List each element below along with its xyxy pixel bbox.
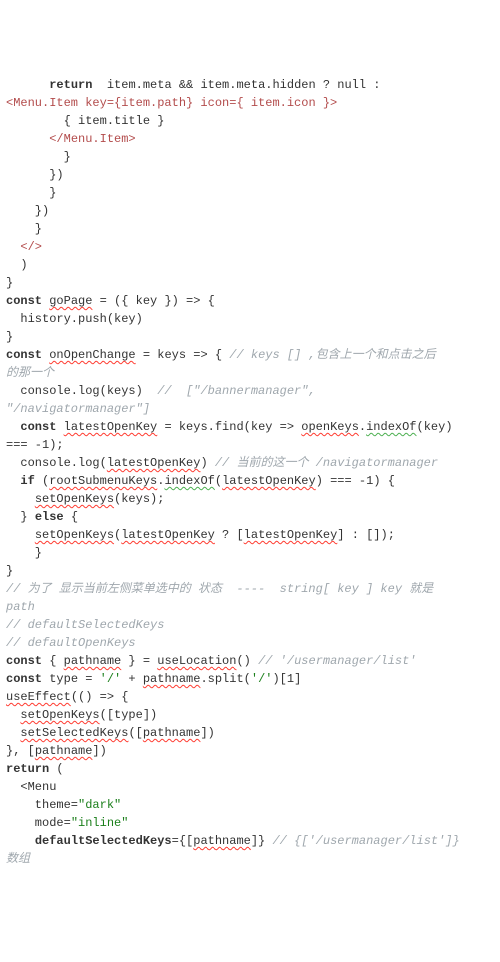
code-line: return item.meta && item.meta.hidden ? n… [6, 76, 494, 94]
code-line: if (rootSubmenuKeys.indexOf(latestOpenKe… [6, 472, 494, 490]
code-line: }) [6, 166, 494, 184]
code-line: } else { [6, 508, 494, 526]
code-line: const latestOpenKey = keys.find(key => o… [6, 418, 494, 436]
code-line: }, [pathname]) [6, 742, 494, 760]
code-line: // 为了 显示当前左侧菜单选中的 状态 ---- string[ key ] … [6, 580, 494, 598]
code-line: return ( [6, 760, 494, 778]
code-line: } [6, 274, 494, 292]
code-line: // defaultOpenKeys [6, 634, 494, 652]
code-line: // defaultSelectedKeys [6, 616, 494, 634]
code-line: setOpenKeys(keys); [6, 490, 494, 508]
code-line: "/navigatormanager"] [6, 400, 494, 418]
code-line: defaultSelectedKeys={[pathname]} // {['/… [6, 832, 494, 850]
code-line: useEffect(() => { [6, 688, 494, 706]
code-line: const { pathname } = useLocation() // '/… [6, 652, 494, 670]
code-editor-content: return item.meta && item.meta.hidden ? n… [6, 76, 494, 868]
code-line: const goPage = ({ key }) => { [6, 292, 494, 310]
code-line: theme="dark" [6, 796, 494, 814]
code-line: const type = '/' + pathname.split('/')[1… [6, 670, 494, 688]
code-line: history.push(key) [6, 310, 494, 328]
code-line: console.log(latestOpenKey) // 当前的这一个 /na… [6, 454, 494, 472]
code-line: const onOpenChange = keys => { // keys [… [6, 346, 494, 364]
code-line: </Menu.Item> [6, 130, 494, 148]
code-line: ) [6, 256, 494, 274]
code-line: console.log(keys) // ["/bannermanager", [6, 382, 494, 400]
code-line: }) [6, 202, 494, 220]
code-line: 的那一个 [6, 364, 494, 382]
code-line: <Menu [6, 778, 494, 796]
code-line: } [6, 562, 494, 580]
code-line: <Menu.Item key={item.path} icon={ item.i… [6, 94, 494, 112]
code-line: setSelectedKeys([pathname]) [6, 724, 494, 742]
code-line: mode="inline" [6, 814, 494, 832]
code-line: } [6, 148, 494, 166]
code-line: === -1); [6, 436, 494, 454]
code-line: path [6, 598, 494, 616]
code-line: } [6, 184, 494, 202]
code-line: } [6, 220, 494, 238]
code-line: setOpenKeys([type]) [6, 706, 494, 724]
code-line: 数组 [6, 850, 494, 868]
code-line: } [6, 544, 494, 562]
code-line: setOpenKeys(latestOpenKey ? [latestOpenK… [6, 526, 494, 544]
code-line: } [6, 328, 494, 346]
code-line: { item.title } [6, 112, 494, 130]
code-line: </> [6, 238, 494, 256]
